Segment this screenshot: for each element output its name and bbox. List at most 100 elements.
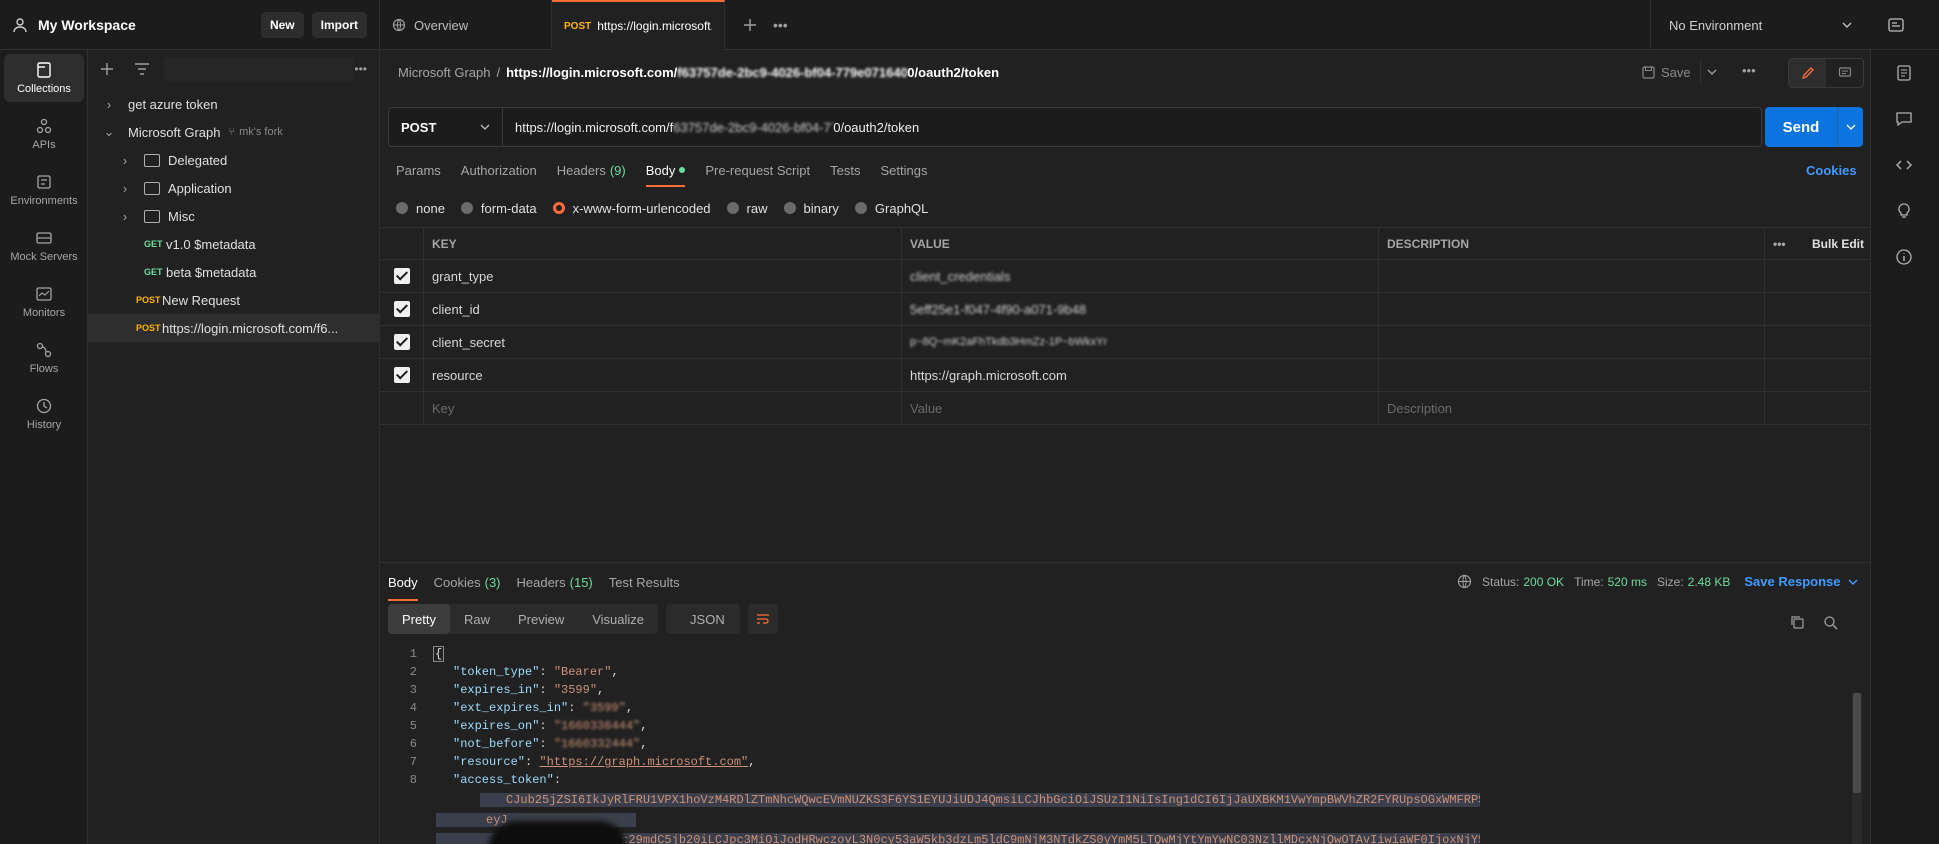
environment-quick-look-icon[interactable] <box>1887 16 1905 34</box>
request-token[interactable]: POST https://login.microsoft.com/f6... <box>88 314 379 342</box>
globe-icon[interactable] <box>1457 574 1472 589</box>
import-button[interactable]: Import <box>311 12 367 38</box>
response-time[interactable]: 520 ms <box>1608 575 1647 589</box>
param-description[interactable] <box>1379 293 1765 325</box>
param-key[interactable]: client_id <box>424 293 902 325</box>
view-preview[interactable]: Preview <box>504 604 578 634</box>
view-visualize[interactable]: Visualize <box>578 604 658 634</box>
param-description[interactable] <box>1379 326 1765 358</box>
radio-form-data[interactable] <box>460 202 473 214</box>
method-select[interactable]: POST <box>389 108 503 146</box>
filter-icon[interactable] <box>134 63 150 75</box>
documentation-icon[interactable] <box>1895 64 1915 84</box>
radio-binary[interactable] <box>783 202 796 214</box>
code-snippet-icon[interactable] <box>1895 156 1915 176</box>
row-enabled-checkbox[interactable] <box>393 268 410 284</box>
copy-icon[interactable] <box>1790 615 1805 630</box>
tab-overview[interactable]: Overview <box>380 0 552 50</box>
new-description-input[interactable]: Description <box>1379 392 1765 424</box>
nav-collections[interactable]: Collections <box>4 54 84 102</box>
resp-tab-headers[interactable]: Headers (15) <box>517 563 593 601</box>
request-title[interactable]: https://login.microsoft.com/ <box>506 65 677 80</box>
param-value[interactable]: client_credentials <box>910 269 1010 284</box>
row-enabled-checkbox[interactable] <box>393 334 410 350</box>
send-dropdown-icon[interactable] <box>1837 107 1863 147</box>
view-raw[interactable]: Raw <box>450 604 504 634</box>
param-key[interactable]: client_secret <box>424 326 902 358</box>
param-description[interactable] <box>1379 260 1765 292</box>
wrap-lines-button[interactable] <box>748 604 779 634</box>
new-key-input[interactable]: Key <box>424 392 902 424</box>
breadcrumb-collection[interactable]: Microsoft Graph <box>398 65 490 80</box>
add-collection-icon[interactable] <box>100 62 114 76</box>
cookies-link[interactable]: Cookies <box>1806 163 1857 178</box>
param-value[interactable]: p~8Q~mK2aFhTkdb3HmZz-1P~bWkxYr <box>910 336 1107 348</box>
collection-microsoft-graph[interactable]: ⌄ Microsoft Graph ⑂ mk's fork <box>88 118 379 146</box>
view-pretty[interactable]: Pretty <box>388 604 450 634</box>
nav-mock-servers[interactable]: Mock Servers <box>4 222 84 270</box>
param-value[interactable]: 5eff25e1-f047-4f90-a071-9b48 <box>910 302 1086 317</box>
chevron-right-icon[interactable]: › <box>118 209 132 224</box>
resp-tab-test-results[interactable]: Test Results <box>609 563 680 601</box>
comments-icon[interactable] <box>1895 110 1915 130</box>
nav-flows[interactable]: Flows <box>4 334 84 382</box>
folder-delegated[interactable]: › Delegated <box>88 146 379 174</box>
status-code[interactable]: 200 OK <box>1523 575 1564 589</box>
user-icon[interactable] <box>12 17 28 33</box>
row-enabled-checkbox[interactable] <box>393 367 410 383</box>
chevron-down-icon[interactable]: ⌄ <box>102 124 116 140</box>
param-key[interactable]: grant_type <box>424 260 902 292</box>
comment-icon[interactable] <box>1826 59 1863 87</box>
table-options-icon[interactable]: ••• <box>1773 237 1786 251</box>
request-options-icon[interactable]: ••• <box>1742 63 1756 78</box>
url-input[interactable]: https://login.microsoft.com/f 63757de-2b… <box>503 108 1761 146</box>
new-tab-icon[interactable] <box>743 18 757 32</box>
scrollbar-thumb[interactable] <box>1853 693 1861 793</box>
nav-monitors[interactable]: Monitors <box>4 278 84 326</box>
resp-tab-cookies[interactable]: Cookies (3) <box>434 563 501 601</box>
nav-environments[interactable]: Environments <box>4 166 84 214</box>
response-scrollbar[interactable] <box>1852 693 1862 844</box>
save-dropdown-icon[interactable] <box>1700 60 1722 84</box>
param-key[interactable]: resource <box>424 359 902 391</box>
info-icon[interactable] <box>1895 248 1915 268</box>
chevron-right-icon[interactable]: › <box>102 97 116 112</box>
radio-urlencoded[interactable] <box>552 202 565 214</box>
nav-apis[interactable]: APIs <box>4 110 84 158</box>
new-button[interactable]: New <box>260 12 304 38</box>
tab-params[interactable]: Params <box>396 153 441 187</box>
send-button[interactable]: Send <box>1765 107 1863 147</box>
new-value-input[interactable]: Value <box>902 392 1379 424</box>
save-response-button[interactable]: Save Response <box>1744 574 1840 589</box>
radio-raw[interactable] <box>726 202 739 214</box>
radio-none[interactable] <box>396 202 408 214</box>
resource-link[interactable]: "https://graph.microsoft.com" <box>539 755 748 769</box>
folder-misc[interactable]: › Misc <box>88 202 379 230</box>
row-enabled-checkbox[interactable] <box>393 301 410 317</box>
param-description[interactable] <box>1379 359 1765 391</box>
request-v1-metadata[interactable]: GET v1.0 $metadata <box>88 230 379 258</box>
tab-tests[interactable]: Tests <box>830 153 860 187</box>
bulk-edit-button[interactable]: Bulk Edit <box>1812 237 1864 251</box>
tab-settings[interactable]: Settings <box>880 153 927 187</box>
edit-icon[interactable] <box>1789 59 1826 87</box>
request-new-request[interactable]: POST New Request <box>88 286 379 314</box>
tab-authorization[interactable]: Authorization <box>461 153 537 187</box>
resp-tab-body[interactable]: Body <box>388 563 418 601</box>
tab-pre-request-script[interactable]: Pre-request Script <box>705 153 810 187</box>
nav-history[interactable]: History <box>4 390 84 438</box>
format-select[interactable]: JSON <box>666 604 763 634</box>
chevron-right-icon[interactable]: › <box>118 181 132 196</box>
response-size[interactable]: 2.48 KB <box>1688 575 1731 589</box>
chevron-down-icon[interactable] <box>1848 579 1858 585</box>
folder-application[interactable]: › Application <box>88 174 379 202</box>
save-button[interactable]: Save <box>1634 60 1699 84</box>
request-beta-metadata[interactable]: GET beta $metadata <box>88 258 379 286</box>
collection-get-azure-token[interactable]: › get azure token <box>88 90 379 118</box>
tab-body[interactable]: Body <box>645 153 686 187</box>
tab-token-request[interactable]: POST https://login.microsoft.c <box>552 0 725 50</box>
tab-options-icon[interactable]: ••• <box>773 17 788 33</box>
response-body-code[interactable]: 1{ 2 "token_type": "Bearer", 3 "expires_in… <box>380 645 1860 844</box>
tab-headers[interactable]: Headers (9) <box>557 153 626 187</box>
search-icon[interactable] <box>1823 615 1838 630</box>
